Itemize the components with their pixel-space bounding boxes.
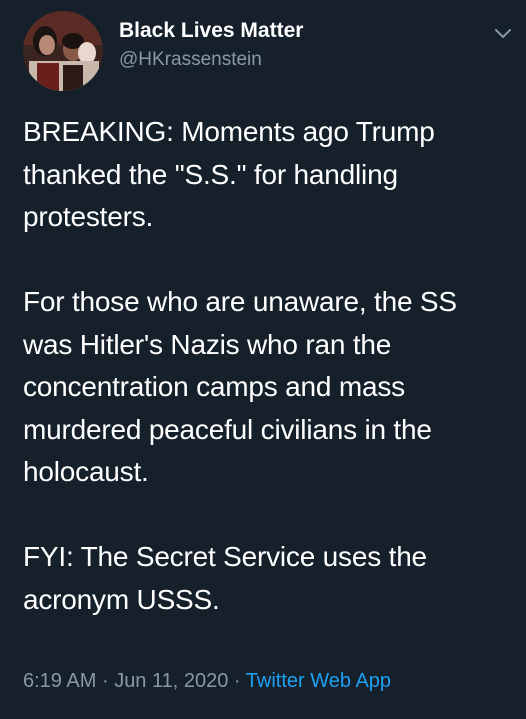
meta-separator: · — [233, 670, 241, 692]
author-handle[interactable]: @HKrassenstein — [119, 47, 303, 73]
tweet-header: Black Lives Matter @HKrassenstein — [23, 8, 516, 91]
tweet-text: BREAKING: Moments ago Trump thanked the … — [23, 116, 457, 615]
tweet-time[interactable]: 6:19 AM — [23, 670, 96, 692]
tweet-source-link[interactable]: Twitter Web App — [246, 670, 391, 692]
avatar[interactable] — [23, 11, 103, 91]
tweet-date[interactable]: Jun 11, 2020 — [114, 670, 228, 692]
chevron-down-icon[interactable] — [490, 20, 516, 46]
avatar-image — [23, 11, 103, 91]
tweet: Black Lives Matter @HKrassenstein BREAKI… — [0, 0, 526, 719]
author-names: Black Lives Matter @HKrassenstein — [119, 18, 303, 73]
author-display-name[interactable]: Black Lives Matter — [119, 18, 303, 44]
tweet-meta: 6:19 AM · Jun 11, 2020 · Twitter Web App — [23, 667, 391, 695]
meta-separator: · — [101, 670, 109, 692]
